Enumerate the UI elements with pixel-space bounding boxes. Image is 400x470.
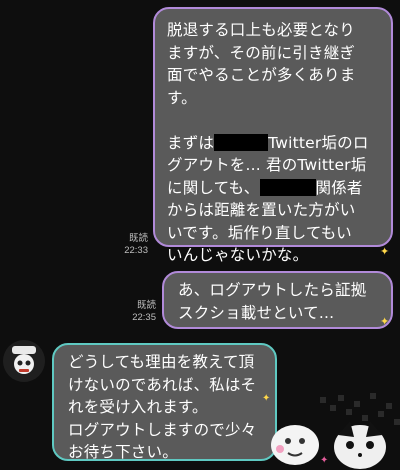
redaction-box	[259, 178, 316, 196]
sticker-decoration: ✦ ✦	[262, 393, 400, 469]
read-receipt: 既読	[136, 300, 156, 311]
avatar-icon[interactable]	[3, 340, 45, 382]
outgoing-message-bubble[interactable]: 脱退する口上も必要となり ますが、その前に引き継ぎ 面でやることが多くありま す…	[153, 7, 393, 264]
redaction-box	[214, 133, 269, 151]
message-text: 脱退する口上も必要となり ますが、その前に引き継ぎ 面でやることが多くありま す…	[167, 21, 369, 264]
message-meta: 既読 22:33	[108, 233, 148, 257]
message-meta: 既読 22:35	[116, 300, 156, 324]
svg-text:✦: ✦	[320, 455, 328, 466]
svg-text:✦: ✦	[262, 393, 270, 404]
incoming-message-bubble[interactable]: どうしても理由を教えて頂 けないのであれば、私はそ れを受け入れます。 ログアウ…	[52, 343, 277, 461]
read-receipt: 既読	[128, 233, 148, 244]
timestamp: 22:35	[132, 312, 156, 323]
sparkle-icon: ✦	[380, 245, 390, 258]
chat-screen: 脱退する口上も必要となり ますが、その前に引き継ぎ 面でやることが多くありま す…	[0, 0, 400, 470]
timestamp: 22:33	[124, 245, 148, 256]
sparkle-icon: ✦	[380, 315, 390, 328]
outgoing-message-bubble[interactable]: あ、ログアウトしたら証拠 スクショ載せといて...	[162, 271, 393, 329]
